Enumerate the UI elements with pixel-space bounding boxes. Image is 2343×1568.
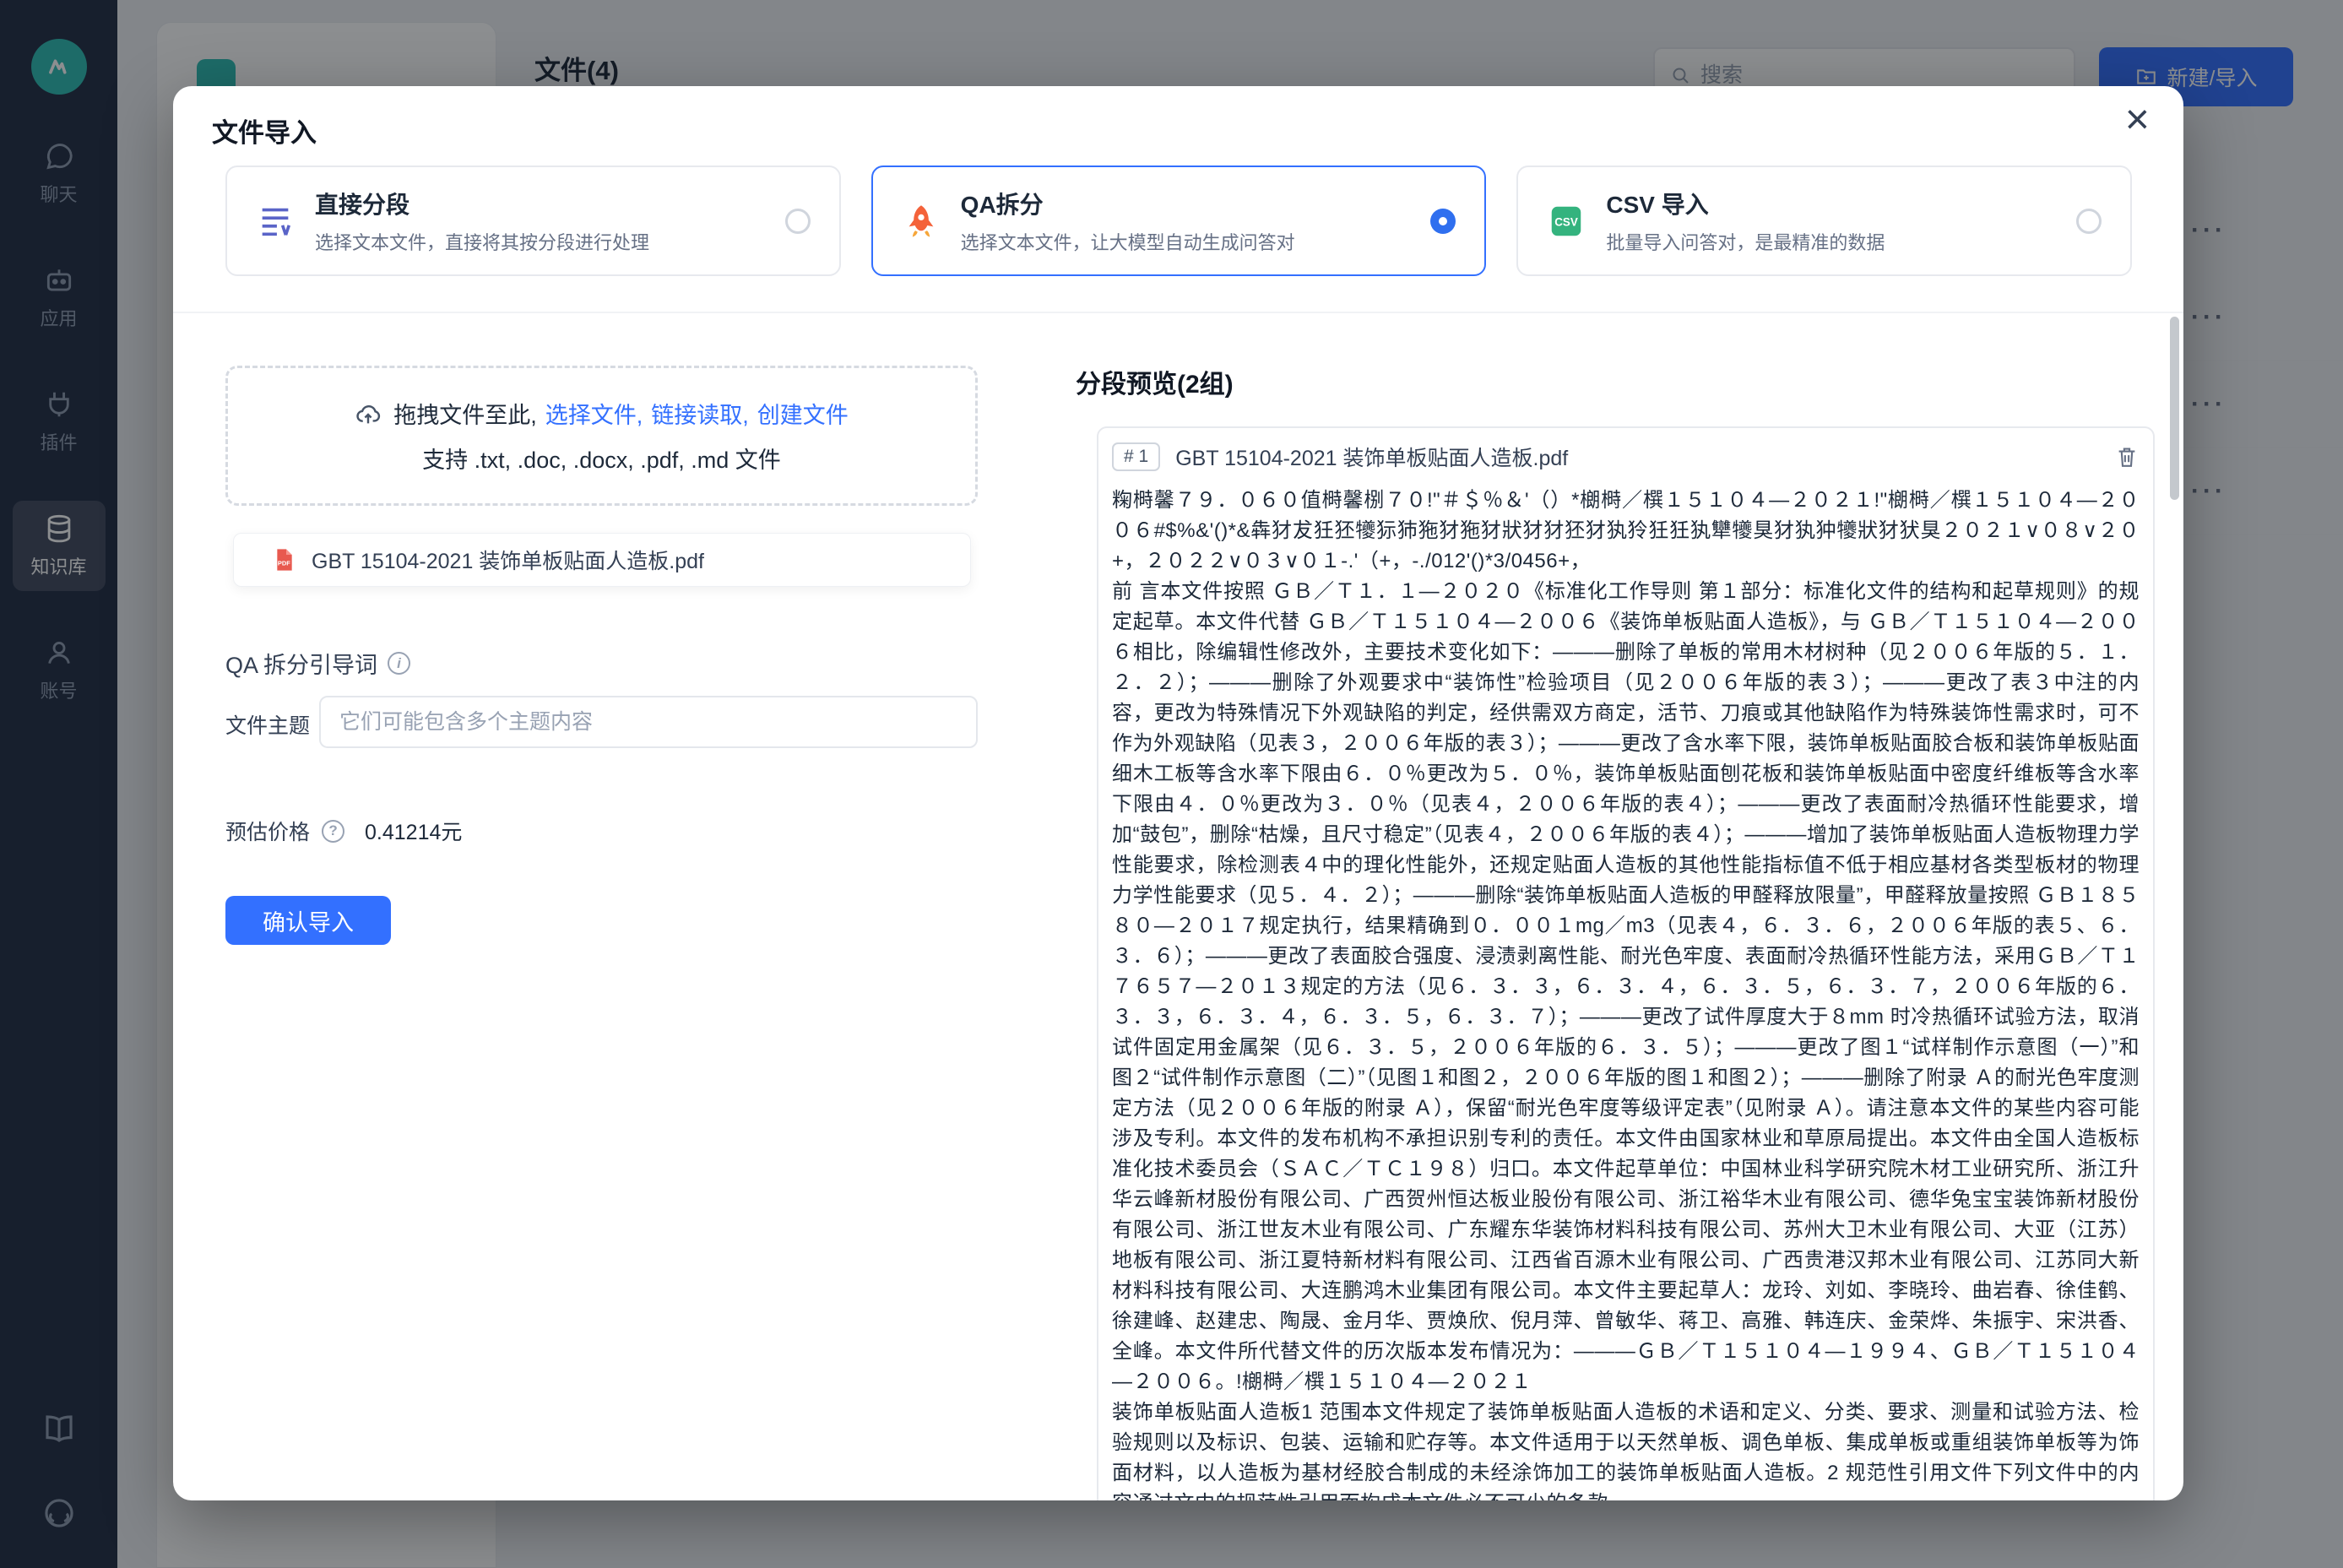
mode-card-csv-import[interactable]: CSV CSV 导入 批量导入问答对，是最精准的数据 (1516, 165, 2132, 276)
close-icon[interactable] (2125, 98, 2150, 140)
chunk-file-name: GBT 15104-2021 装饰单板贴面人造板.pdf (1175, 442, 1568, 472)
file-import-modal: 文件导入 直接分段 选择文本文件，直接将其按分段进行处理 QA拆分 选择文本文件… (173, 86, 2183, 1500)
info-icon[interactable] (388, 652, 410, 675)
preview-title: 分段预览(2组) (1076, 363, 1234, 400)
mode-title: 直接分段 (315, 187, 649, 220)
trash-icon[interactable] (2114, 444, 2140, 469)
rocket-icon (902, 202, 941, 241)
modal-scrollbar-thumb[interactable] (2170, 317, 2179, 500)
link-fetch-link[interactable]: 链接读取, (651, 397, 749, 430)
file-dropzone[interactable]: 拖拽文件至此, 选择文件, 链接读取, 创建文件 支持 .txt, .doc, … (225, 366, 978, 506)
confirm-import-button[interactable]: 确认导入 (225, 896, 391, 945)
uploaded-file-item[interactable]: PDF GBT 15104-2021 装饰单板贴面人造板.pdf (233, 533, 971, 587)
qa-guide-label: QA 拆分引导词 (225, 647, 377, 680)
chunk-text: 粷榯馨７９．０６０值榯馨㭭７０!"＃＄％＆'（）*樃榯／㯢１５１０４—２０２１!… (1112, 486, 2140, 1500)
chunk-index-badge: # 1 (1112, 442, 1160, 471)
mode-desc: 选择文本文件，直接将其按分段进行处理 (315, 228, 649, 255)
topic-input[interactable] (319, 696, 978, 748)
mode-radio[interactable] (785, 209, 811, 234)
cloud-upload-icon (355, 400, 382, 427)
pdf-file-icon: PDF (271, 546, 298, 573)
divider (173, 312, 2183, 313)
mode-title: CSV 导入 (1606, 187, 1885, 220)
mode-desc: 选择文本文件，让大模型自动生成问答对 (961, 228, 1295, 255)
price-row: 预估价格 0.41214元 (225, 816, 462, 846)
qa-guide-row: QA 拆分引导词 (225, 647, 410, 680)
segment-icon (256, 202, 295, 241)
price-value: 0.41214元 (365, 816, 462, 846)
svg-text:CSV: CSV (1555, 215, 1579, 228)
modal-title: 文件导入 (212, 111, 317, 149)
mode-card-direct-segment[interactable]: 直接分段 选择文本文件，直接将其按分段进行处理 (225, 165, 841, 276)
preview-chunk-card: # 1 GBT 15104-2021 装饰单板贴面人造板.pdf 粷榯馨７９．０… (1097, 426, 2155, 1500)
svg-text:PDF: PDF (278, 560, 290, 567)
select-file-link[interactable]: 选择文件, (545, 397, 643, 430)
topic-label: 文件主题 (225, 709, 310, 740)
create-file-link[interactable]: 创建文件 (757, 397, 849, 430)
mode-card-qa-split[interactable]: QA拆分 选择文本文件，让大模型自动生成问答对 (871, 165, 1487, 276)
mode-title: QA拆分 (961, 187, 1295, 220)
mode-radio[interactable] (2076, 209, 2102, 234)
help-icon[interactable] (322, 820, 344, 843)
dropzone-text: 拖拽文件至此, (393, 397, 537, 430)
uploaded-file-name: GBT 15104-2021 装饰单板贴面人造板.pdf (312, 545, 704, 575)
import-mode-row: 直接分段 选择文本文件，直接将其按分段进行处理 QA拆分 选择文本文件，让大模型… (225, 165, 2132, 276)
supported-types-text: 支持 .txt, .doc, .docx, .pdf, .md 文件 (422, 442, 781, 475)
csv-file-icon: CSV (1547, 202, 1586, 241)
price-label: 预估价格 (225, 816, 310, 846)
mode-desc: 批量导入问答对，是最精准的数据 (1606, 228, 1885, 255)
mode-radio[interactable] (1430, 209, 1456, 234)
